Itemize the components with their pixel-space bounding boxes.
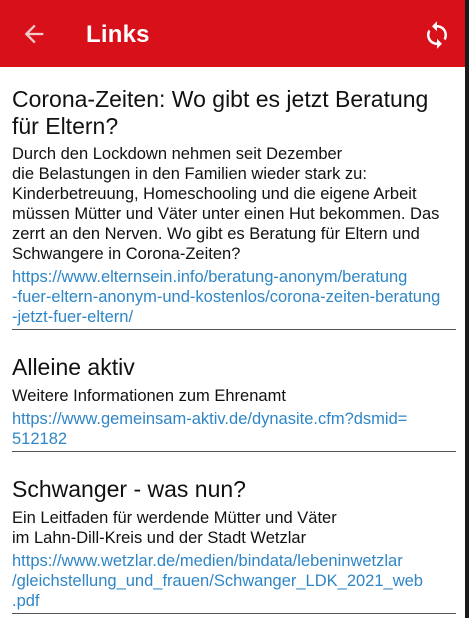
item-link[interactable]: https://www.gemeinsam-aktiv.de/dynasite.… (12, 409, 456, 449)
list-item: Schwanger - was nun? Ein Leitfaden für w… (12, 476, 456, 614)
item-title: Schwanger - was nun? (12, 476, 246, 502)
refresh-icon[interactable] (422, 20, 452, 50)
item-title: Alleine aktiv (12, 354, 135, 380)
item-title: Corona-Zeiten: Wo gibt es jetzt Beratung… (12, 86, 429, 139)
item-description: Durch den Lockdown nehmen seit Dezember … (12, 145, 440, 263)
item-description: Weitere Informationen zum Ehrenamt (12, 387, 286, 405)
links-list: Corona-Zeiten: Wo gibt es jetzt Beratung… (0, 67, 469, 618)
list-item: Corona-Zeiten: Wo gibt es jetzt Beratung… (12, 86, 456, 330)
item-link[interactable]: https://www.wetzlar.de/medien/bindata/le… (12, 551, 456, 611)
divider (12, 329, 456, 330)
page-title: Links (86, 21, 150, 48)
item-description: Ein Leitfaden für werdende Mütter und Vä… (12, 509, 337, 547)
divider (12, 451, 456, 452)
arrow-left-icon[interactable] (20, 20, 48, 48)
list-item: Alleine aktiv Weitere Informationen zum … (12, 354, 456, 452)
app-bar: Links (0, 0, 469, 67)
item-link[interactable]: https://www.elternsein.info/beratung-ano… (12, 267, 456, 327)
divider (12, 613, 456, 614)
